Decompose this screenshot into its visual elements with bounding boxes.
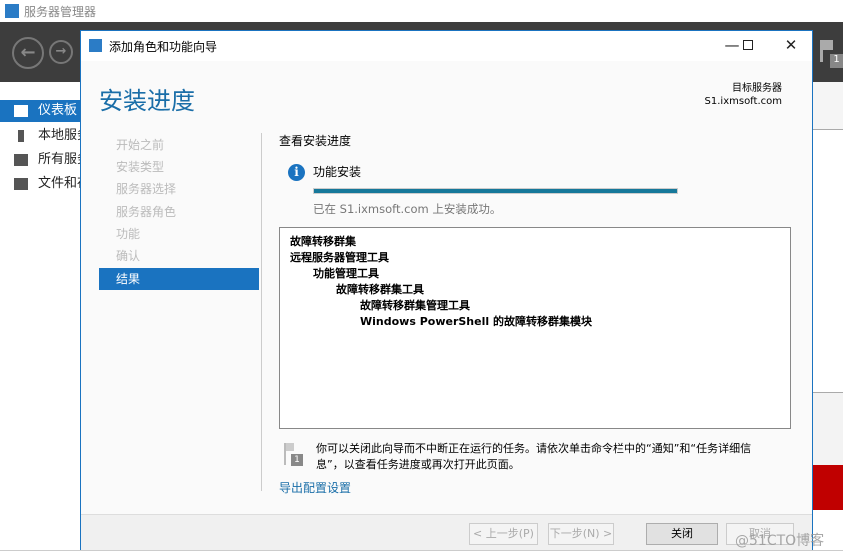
sidebar-item-label: 本地服务器 [38, 128, 80, 143]
watermark: @51CTO博客 [735, 533, 825, 549]
list-item: Windows PowerShell 的故障转移群集模块 [360, 315, 592, 328]
target-server-label: 目标服务器 [732, 83, 782, 94]
list-item: 功能管理工具 [313, 267, 379, 280]
sidebar-item-label: 仪表板 [38, 103, 78, 118]
app-titlebar: 服务器管理器 [0, 0, 843, 22]
previous-button[interactable]: < 上一步(P) [469, 523, 538, 545]
forward-button[interactable]: → [49, 40, 73, 64]
sidebar-item-dashboard[interactable]: 仪表板 [0, 100, 80, 122]
bg-panel [812, 82, 843, 130]
close-window-button[interactable]: ✕ [776, 35, 806, 55]
notification-flag-icon: 1 [284, 443, 303, 466]
sidebar-item-all-servers[interactable]: 所有服务器 [0, 149, 80, 171]
target-server-info: 目标服务器 S1.ixmsoft.com [705, 82, 782, 108]
wizard-step: 开始之前 [116, 138, 165, 152]
sidebar-item-label: 所有服务器 [38, 152, 80, 167]
wizard-step: 功能 [116, 227, 141, 241]
close-button[interactable]: 关闭 [646, 523, 718, 545]
maximize-button[interactable] [733, 35, 763, 55]
page-title: 安装进度 [99, 87, 195, 115]
export-config-link[interactable]: 导出配置设置 [279, 479, 351, 496]
wizard-icon [89, 39, 102, 52]
servers-icon [14, 154, 28, 166]
list-item: 故障转移群集工具 [336, 283, 424, 296]
add-roles-wizard-dialog: 添加角色和功能向导 — ✕ 安装进度 目标服务器 S1.ixmsoft.com … [80, 30, 813, 551]
notification-count: 1 [830, 54, 843, 68]
sidebar-item-label: 文件和存储服务 [38, 176, 80, 191]
note-text: 你可以关闭此向导而不中断正在运行的任务。请依次单击命令栏中的“通知”和“任务详细… [316, 442, 752, 471]
bg-red-tile [812, 465, 843, 510]
dialog-title: 添加角色和功能向导 [109, 40, 218, 54]
back-button[interactable]: ← [12, 37, 44, 69]
wizard-step: 确认 [116, 249, 141, 263]
wizard-step-selected[interactable]: 结果 [99, 268, 259, 290]
target-server-name: S1.ixmsoft.com [704, 96, 782, 107]
folder-icon [14, 178, 28, 190]
progress-bar [313, 188, 678, 194]
flag-badge: 1 [291, 454, 303, 466]
wizard-step: 安装类型 [116, 160, 165, 174]
server-icon [18, 130, 24, 142]
dialog-titlebar: 添加角色和功能向导 — ✕ [81, 31, 812, 61]
button-bar: < 上一步(P) 下一步(N) > 关闭 取消 [81, 514, 812, 551]
server-manager-icon [5, 4, 19, 18]
results-list[interactable]: 故障转移群集 远程服务器管理工具 功能管理工具 故障转移群集工具 故障转移群集管… [279, 227, 791, 429]
wizard-step: 服务器选择 [116, 182, 177, 196]
status-title: 功能安装 [313, 165, 362, 179]
sidebar-item-local-server[interactable]: 本地服务器 [0, 125, 80, 147]
bg-panel [812, 392, 843, 465]
progress-fill [314, 189, 677, 193]
section-title: 查看安装进度 [279, 134, 352, 148]
info-icon: i [288, 164, 305, 181]
list-item: 故障转移群集 [290, 235, 356, 248]
wizard-step: 服务器角色 [116, 205, 177, 219]
next-button[interactable]: 下一步(N) > [548, 523, 614, 545]
dashboard-icon [14, 105, 28, 117]
sidebar-item-file-storage[interactable]: 文件和存储服务 [0, 173, 80, 195]
list-item: 故障转移群集管理工具 [360, 299, 470, 312]
bg-table-header [0, 550, 843, 557]
app-title: 服务器管理器 [24, 5, 97, 19]
divider [261, 133, 262, 491]
list-item: 远程服务器管理工具 [290, 251, 389, 264]
status-message: 已在 S1.ixmsoft.com 上安装成功。 [313, 202, 502, 216]
